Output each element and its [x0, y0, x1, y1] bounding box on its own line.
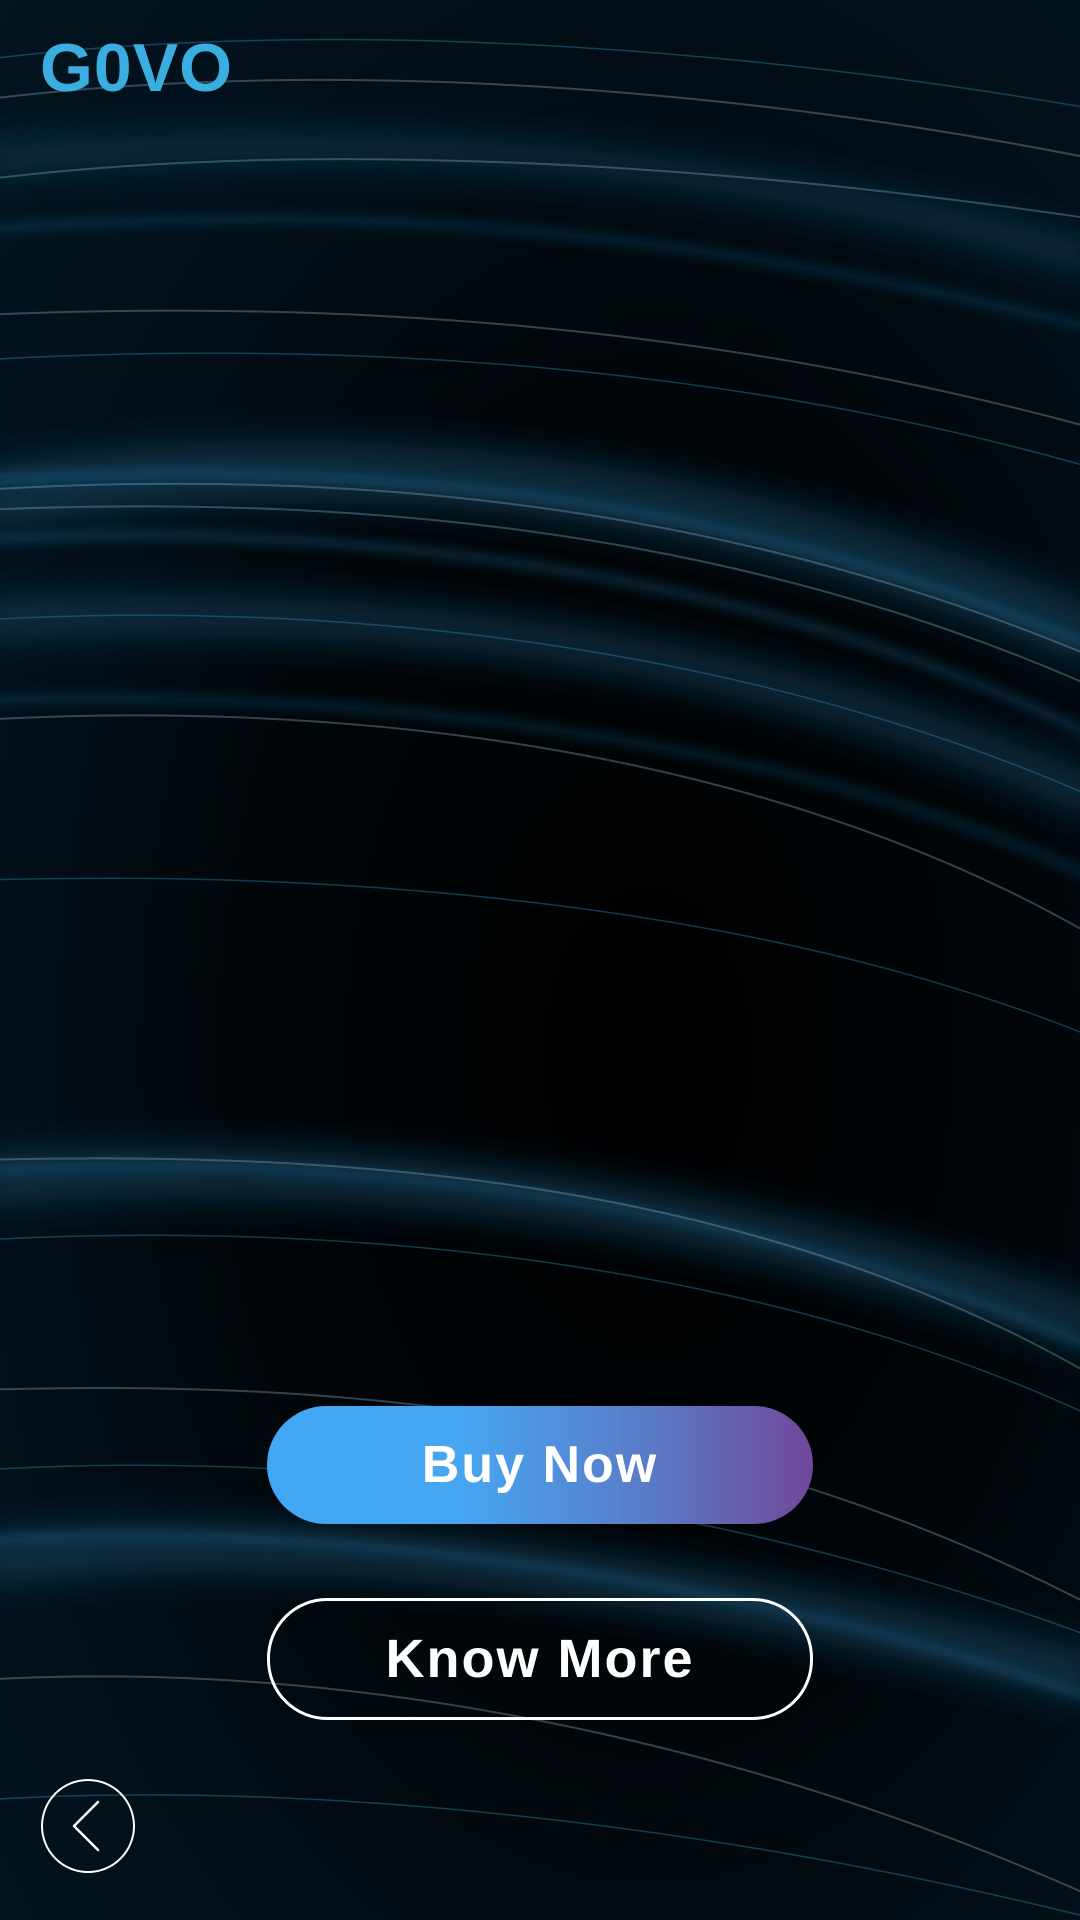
- buy-now-label: Buy Now: [421, 1436, 659, 1494]
- know-more-label: Know More: [385, 1629, 695, 1689]
- back-button[interactable]: [41, 1779, 135, 1873]
- chevron-left-icon: [72, 1800, 100, 1852]
- know-more-button[interactable]: Know More: [267, 1598, 813, 1720]
- brand-logo: G0VO: [40, 30, 233, 106]
- splash-screen: G0VO Buy Now Know More: [0, 0, 1080, 1920]
- buy-now-button[interactable]: Buy Now: [267, 1406, 813, 1524]
